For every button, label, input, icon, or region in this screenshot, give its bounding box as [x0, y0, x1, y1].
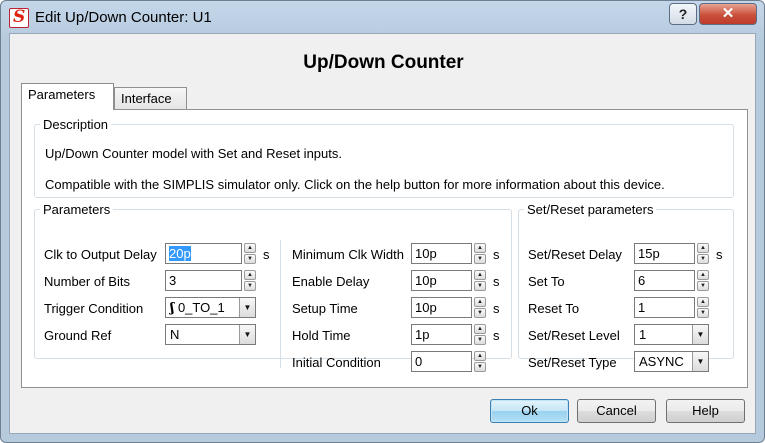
- spin-down-icon[interactable]: ▼: [474, 335, 486, 345]
- description-line-2: Compatible with the SIMPLIS simulator on…: [45, 177, 665, 192]
- spin-up-icon[interactable]: ▲: [474, 324, 486, 334]
- dialog-window: S Edit Up/Down Counter: U1 ? ✕ Up/Down C…: [0, 0, 765, 443]
- title-help-button[interactable]: ?: [669, 3, 697, 25]
- set-reset-legend: Set/Reset parameters: [527, 202, 654, 217]
- set-reset-delay-input[interactable]: 15p: [634, 243, 695, 264]
- minimum-clk-width-input[interactable]: 10p: [411, 243, 472, 264]
- reset-to-input[interactable]: 1: [634, 297, 695, 318]
- chevron-down-icon[interactable]: ▼: [692, 352, 708, 371]
- set-to-input[interactable]: 6: [634, 270, 695, 291]
- hold-time-input[interactable]: 1p: [411, 324, 472, 345]
- spin-up-icon[interactable]: ▲: [244, 243, 256, 253]
- hold-time-unit: s: [493, 328, 500, 343]
- description-group: Description Up/Down Counter model with S…: [34, 117, 734, 198]
- set-reset-level-label: Set/Reset Level: [528, 328, 620, 343]
- clk-to-output-delay-input[interactable]: 20p: [165, 243, 242, 264]
- minimum-clk-width-label: Minimum Clk Width: [292, 247, 404, 262]
- spin-down-icon[interactable]: ▼: [474, 308, 486, 318]
- spin-down-icon[interactable]: ▼: [474, 281, 486, 291]
- spin-up-icon[interactable]: ▲: [697, 270, 709, 280]
- tab-interface[interactable]: Interface: [114, 87, 187, 111]
- ok-button[interactable]: Ok: [490, 399, 569, 423]
- tab-parameters[interactable]: Parameters: [21, 83, 114, 110]
- number-of-bits-input[interactable]: 3: [165, 270, 242, 291]
- initial-condition-input[interactable]: 0: [411, 351, 472, 372]
- minimum-clk-width-unit: s: [493, 247, 500, 262]
- chevron-down-icon[interactable]: ▼: [239, 298, 255, 317]
- window-title: Edit Up/Down Counter: U1: [35, 9, 212, 26]
- ground-ref-select[interactable]: N ▼: [165, 324, 256, 345]
- spin-up-icon[interactable]: ▲: [474, 243, 486, 253]
- set-to-spinner[interactable]: ▲ ▼: [697, 270, 709, 291]
- ground-ref-value: N: [170, 327, 180, 342]
- clk-to-output-delay-spinner[interactable]: ▲ ▼: [244, 243, 256, 264]
- initial-condition-label: Initial Condition: [292, 355, 381, 370]
- enable-delay-unit: s: [493, 274, 500, 289]
- setup-time-label: Setup Time: [292, 301, 358, 316]
- spin-up-icon[interactable]: ▲: [697, 297, 709, 307]
- title-bar[interactable]: S Edit Up/Down Counter: U1 ? ✕: [1, 1, 764, 33]
- close-button[interactable]: ✕: [699, 3, 757, 25]
- help-button[interactable]: Help: [666, 399, 745, 423]
- hold-time-spinner[interactable]: ▲ ▼: [474, 324, 486, 345]
- parameters-tab-panel: Description Up/Down Counter model with S…: [21, 109, 748, 388]
- clk-to-output-delay-label: Clk to Output Delay: [44, 247, 157, 262]
- enable-delay-spinner[interactable]: ▲ ▼: [474, 270, 486, 291]
- app-icon-glyph: S: [13, 7, 26, 27]
- chevron-down-icon[interactable]: ▼: [692, 325, 708, 344]
- set-reset-type-select[interactable]: ASYNC ▼: [634, 351, 709, 372]
- spin-down-icon[interactable]: ▼: [697, 281, 709, 291]
- number-of-bits-label: Number of Bits: [44, 274, 130, 289]
- set-reset-delay-spinner[interactable]: ▲ ▼: [697, 243, 709, 264]
- enable-delay-label: Enable Delay: [292, 274, 370, 289]
- set-reset-delay-unit: s: [716, 247, 723, 262]
- dialog-client-area: Up/Down Counter Parameters Interface Des…: [9, 33, 756, 434]
- spin-down-icon[interactable]: ▼: [474, 362, 486, 372]
- set-reset-delay-label: Set/Reset Delay: [528, 247, 622, 262]
- setup-time-spinner[interactable]: ▲ ▼: [474, 297, 486, 318]
- spin-down-icon[interactable]: ▼: [697, 254, 709, 264]
- column-divider: [280, 240, 281, 368]
- spin-up-icon[interactable]: ▲: [474, 351, 486, 361]
- reset-to-spinner[interactable]: ▲ ▼: [697, 297, 709, 318]
- rising-edge-icon: ʃ: [170, 301, 175, 316]
- clk-to-output-delay-unit: s: [263, 247, 270, 262]
- cancel-button[interactable]: Cancel: [577, 399, 656, 423]
- number-of-bits-spinner[interactable]: ▲ ▼: [244, 270, 256, 291]
- description-line-1: Up/Down Counter model with Set and Reset…: [45, 146, 342, 161]
- parameters-legend: Parameters: [43, 202, 111, 217]
- trigger-condition-label: Trigger Condition: [44, 301, 144, 316]
- set-reset-type-value: ASYNC: [639, 354, 684, 369]
- set-reset-level-value: 1: [639, 327, 647, 342]
- description-legend: Description: [43, 117, 109, 132]
- spin-up-icon[interactable]: ▲: [244, 270, 256, 280]
- enable-delay-input[interactable]: 10p: [411, 270, 472, 291]
- spin-down-icon[interactable]: ▼: [697, 308, 709, 318]
- clk-to-output-delay-value: 20p: [169, 246, 191, 261]
- spin-down-icon[interactable]: ▼: [244, 281, 256, 291]
- reset-to-label: Reset To: [528, 301, 580, 316]
- spin-up-icon[interactable]: ▲: [697, 243, 709, 253]
- set-to-label: Set To: [528, 274, 565, 289]
- ground-ref-label: Ground Ref: [44, 328, 112, 343]
- spin-up-icon[interactable]: ▲: [474, 297, 486, 307]
- trigger-condition-value: 0_TO_1: [177, 300, 225, 315]
- hold-time-label: Hold Time: [292, 328, 351, 343]
- setup-time-unit: s: [493, 301, 500, 316]
- chevron-down-icon[interactable]: ▼: [239, 325, 255, 344]
- spin-up-icon[interactable]: ▲: [474, 270, 486, 280]
- spin-down-icon[interactable]: ▼: [244, 254, 256, 264]
- setup-time-input[interactable]: 10p: [411, 297, 472, 318]
- trigger-condition-select[interactable]: ʃ 0_TO_1 ▼: [165, 297, 256, 318]
- set-reset-level-select[interactable]: 1 ▼: [634, 324, 709, 345]
- minimum-clk-width-spinner[interactable]: ▲ ▼: [474, 243, 486, 264]
- initial-condition-spinner[interactable]: ▲ ▼: [474, 351, 486, 372]
- set-reset-type-label: Set/Reset Type: [528, 355, 617, 370]
- spin-down-icon[interactable]: ▼: [474, 254, 486, 264]
- dialog-heading: Up/Down Counter: [303, 52, 464, 73]
- simplis-app-icon: S: [9, 7, 29, 28]
